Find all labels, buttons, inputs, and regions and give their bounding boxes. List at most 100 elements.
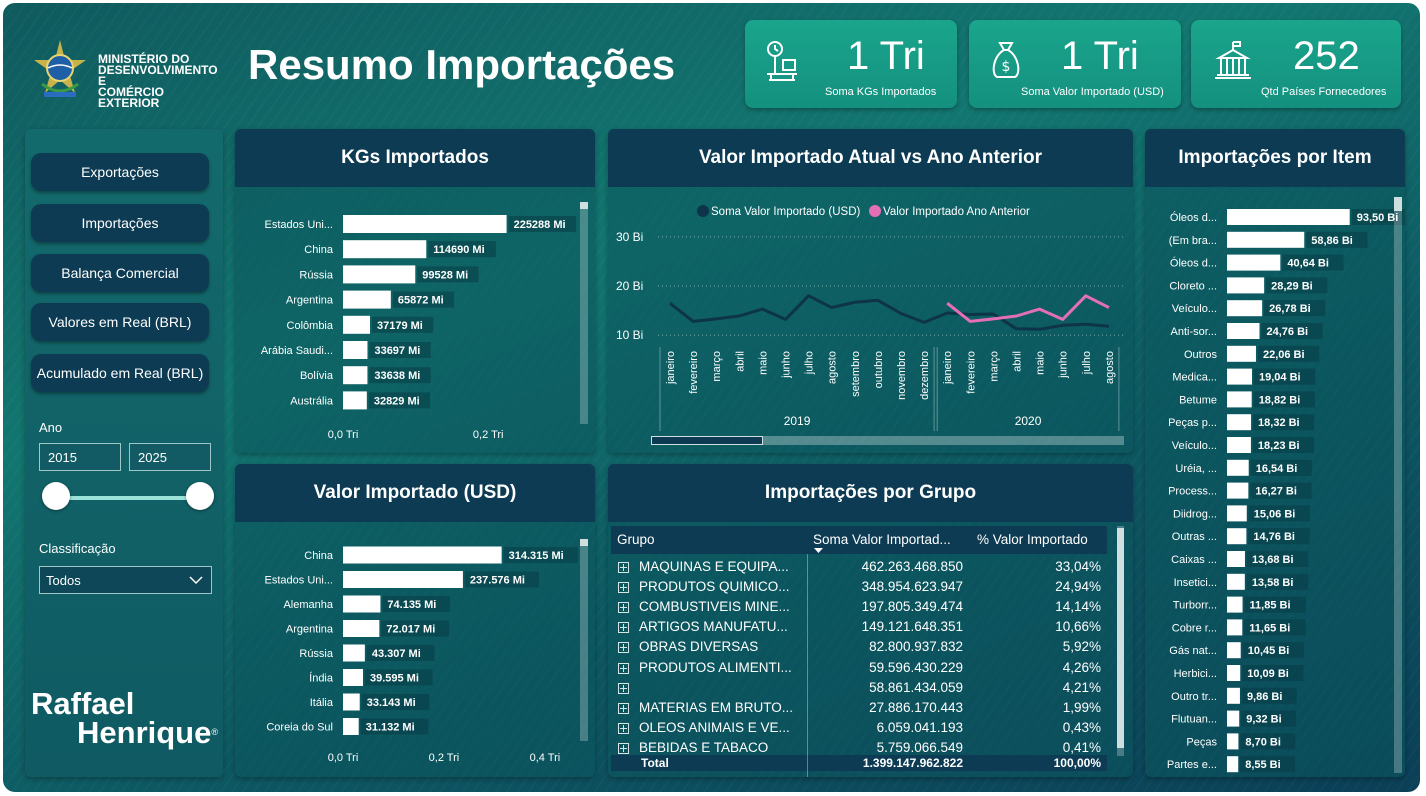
table-row[interactable]: 58.861.434.059 4,21% [611, 678, 1107, 698]
legend-label[interactable]: Soma Valor Importado (USD) [711, 206, 861, 218]
expand-icon[interactable] [618, 722, 629, 734]
grupo-scrollbar[interactable] [1117, 526, 1124, 756]
kgs-bar[interactable] [343, 391, 367, 410]
cell-pct: 5,92% [1062, 639, 1101, 655]
col-grupo-header[interactable]: Grupo [617, 532, 655, 547]
nav-exportacoes-button[interactable]: Exportações [31, 153, 209, 191]
expand-icon[interactable] [618, 622, 629, 634]
legend-label[interactable]: Valor Importado Ano Anterior [883, 206, 1030, 218]
valor-bar[interactable] [343, 595, 381, 613]
item-bar[interactable] [1227, 596, 1243, 613]
kgs-scroll-thumb[interactable] [580, 202, 588, 209]
item-bar[interactable] [1227, 665, 1241, 681]
nav-balanca-button[interactable]: Balança Comercial [31, 254, 209, 292]
nav-valores-brl-button[interactable]: Valores em Real (BRL) [31, 303, 209, 341]
table-row[interactable]: PRODUTOS QUIMICO... 348.954.623.947 24,94% [611, 577, 1107, 597]
year-slider-start-handle[interactable] [42, 482, 70, 510]
brand-line-1: Raffael [31, 686, 135, 721]
item-bar[interactable] [1227, 231, 1305, 248]
classification-label: Classificação [39, 541, 116, 556]
item-category-label: Cloreto ... [1169, 280, 1217, 292]
valor-bar[interactable] [343, 571, 463, 588]
table-row[interactable]: COMBUSTIVEIS MINE... 197.805.349.474 14,14… [611, 597, 1107, 617]
kgs-bar[interactable] [343, 341, 368, 359]
kgs-bar[interactable] [343, 290, 391, 309]
item-data-label: 10,45 Bi [1248, 645, 1290, 657]
line-series-2[interactable] [946, 294, 1110, 323]
expand-icon[interactable] [618, 682, 629, 694]
expand-icon[interactable] [618, 642, 629, 654]
item-bar[interactable] [1227, 687, 1240, 704]
item-category-label: Óleos d... [1170, 257, 1217, 270]
expand-icon[interactable] [618, 602, 629, 614]
kgs-bar[interactable] [343, 240, 427, 259]
valor-bar[interactable] [343, 718, 359, 735]
year-from-input[interactable]: 2015 [39, 443, 121, 471]
line-chart-month-label: junho [781, 351, 793, 379]
item-bar[interactable] [1227, 254, 1281, 271]
classification-select[interactable]: Todos [39, 566, 212, 594]
item-bar[interactable] [1227, 323, 1260, 339]
table-row[interactable]: OLEOS ANIMAIS E VE... 6.059.041.193 0,43% [611, 718, 1107, 738]
item-bar[interactable] [1227, 482, 1249, 499]
item-bar[interactable] [1227, 528, 1247, 545]
item-bar[interactable] [1227, 733, 1239, 750]
item-bar[interactable] [1227, 642, 1241, 659]
item-bar[interactable] [1227, 414, 1252, 431]
valor-bar[interactable] [343, 644, 365, 662]
line-chart-scrollbar[interactable] [651, 436, 1124, 445]
item-bar[interactable] [1227, 505, 1247, 522]
line-series-1[interactable] [669, 294, 1110, 331]
grupo-scroll-thumb[interactable] [1117, 528, 1124, 748]
expand-icon[interactable] [618, 562, 629, 573]
col-valor-header[interactable]: Soma Valor Importad... [813, 532, 973, 547]
item-bar[interactable] [1227, 277, 1265, 294]
valor-scroll-thumb[interactable] [580, 539, 588, 546]
valor-bar[interactable] [343, 669, 363, 686]
item-bar[interactable] [1227, 710, 1240, 727]
item-scroll-thumb[interactable] [1394, 197, 1402, 211]
table-row[interactable]: PRODUTOS ALIMENTI... 59.596.430.229 4,26% [611, 658, 1107, 678]
valor-bar[interactable] [343, 693, 360, 711]
expand-icon[interactable] [618, 662, 629, 674]
table-row[interactable]: MAQUINAS E EQUIPA... 462.263.468.850 33,04… [611, 557, 1107, 577]
nav-importacoes-button[interactable]: Importações [31, 204, 209, 242]
nav-acumulado-brl-button[interactable]: Acumulado em Real (BRL) [31, 354, 209, 392]
expand-icon[interactable] [618, 742, 629, 754]
item-bar[interactable] [1227, 391, 1252, 408]
kgs-bar[interactable] [343, 315, 370, 334]
item-bar[interactable] [1227, 368, 1252, 385]
item-bar[interactable] [1227, 573, 1245, 590]
expand-icon[interactable] [618, 702, 629, 714]
col-pct-header[interactable]: % Valor Importado [977, 532, 1088, 547]
item-bar[interactable] [1227, 300, 1263, 317]
item-bar[interactable] [1227, 209, 1350, 225]
item-bar[interactable] [1227, 619, 1243, 636]
kgs-bar[interactable] [343, 215, 507, 233]
valor-category-label: Alemanha [283, 599, 333, 611]
kgs-bar[interactable] [343, 366, 368, 385]
table-row[interactable]: MATERIAS EM BRUTO... 27.886.170.443 1,99% [611, 698, 1107, 718]
kgs-data-label: 65872 Mi [398, 295, 444, 307]
item-bar[interactable] [1227, 345, 1256, 362]
item-scrollbar[interactable] [1394, 197, 1402, 773]
year-slider-end-handle[interactable] [186, 482, 214, 510]
kgs-bar[interactable] [343, 265, 416, 284]
item-bar[interactable] [1227, 437, 1251, 453]
valor-bar[interactable] [343, 546, 502, 564]
item-bar[interactable] [1227, 756, 1239, 773]
kgs-scrollbar[interactable] [580, 202, 588, 424]
year-to-input[interactable]: 2025 [129, 443, 211, 471]
year-slider-track[interactable] [56, 496, 199, 500]
expand-icon[interactable] [618, 582, 629, 594]
line-chart-scroll-thumb[interactable] [651, 436, 763, 445]
org-line-2: DESENVOLVIMENTO E [98, 63, 218, 88]
valor-bar[interactable] [343, 620, 380, 637]
item-bar[interactable] [1227, 459, 1249, 476]
table-row[interactable]: BEBIDAS E TABACO 5.759.066.549 0,41% [611, 738, 1107, 754]
cell-pct: 10,66% [1055, 619, 1101, 635]
table-row[interactable]: OBRAS DIVERSAS 82.800.937.832 5,92% [611, 637, 1107, 657]
item-bar[interactable] [1227, 551, 1245, 567]
valor-scrollbar[interactable] [580, 539, 588, 741]
table-row[interactable]: ARTIGOS MANUFATU... 149.121.648.351 10,66% [611, 617, 1107, 637]
